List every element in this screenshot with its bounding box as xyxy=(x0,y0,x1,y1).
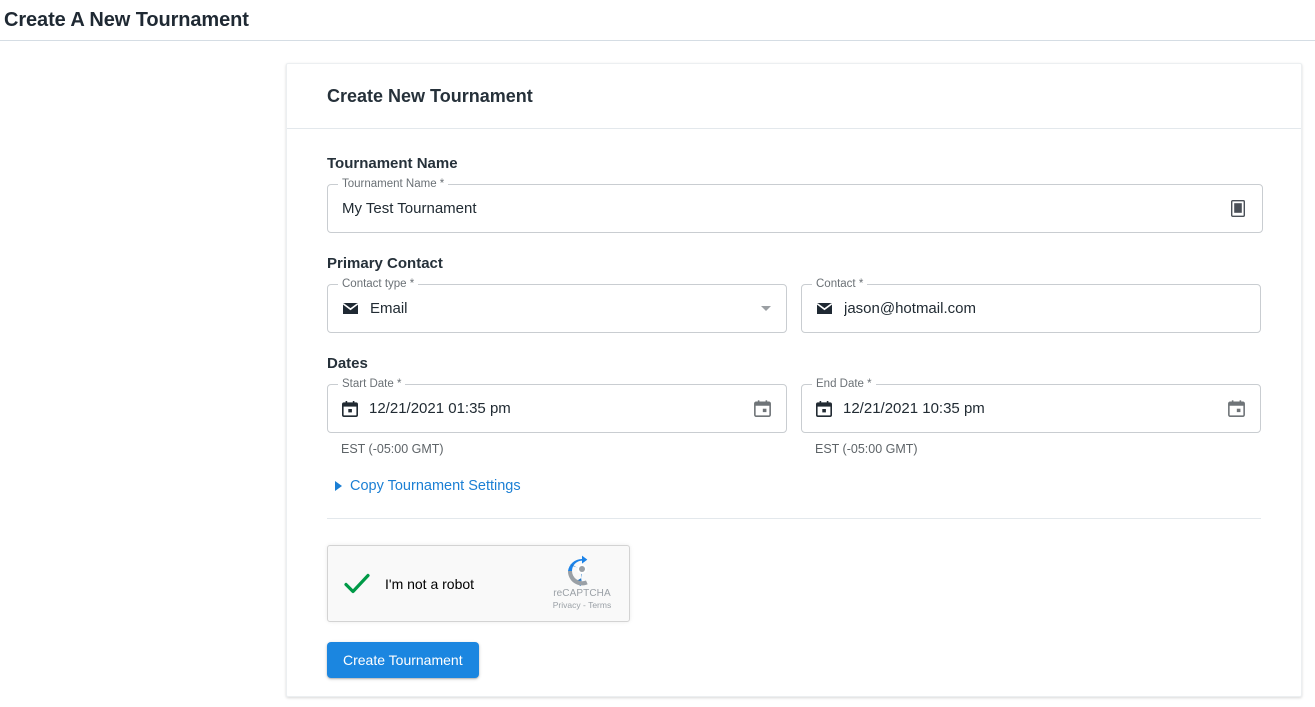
tournament-name-input[interactable]: My Test Tournament xyxy=(342,200,1226,217)
contact-type-col: Contact type * Email xyxy=(327,284,787,333)
section-heading-primary-contact: Primary Contact xyxy=(327,255,1261,272)
recaptcha-branding: reCAPTCHA Privacy - Terms xyxy=(545,555,619,610)
recaptcha-label: I'm not a robot xyxy=(385,576,474,592)
card-body: Tournament Name Tournament Name * My Tes… xyxy=(287,129,1301,519)
start-date-field[interactable]: Start Date * 12/21/2021 01:35 pm xyxy=(327,384,787,433)
end-date-field[interactable]: End Date * 12/21/2021 10:35 pm xyxy=(801,384,1261,433)
create-tournament-button[interactable]: Create Tournament xyxy=(327,642,479,678)
recaptcha-links-separator: - xyxy=(583,600,586,610)
copy-tournament-settings-label: Copy Tournament Settings xyxy=(350,478,521,494)
chevron-down-icon[interactable] xyxy=(761,306,771,311)
recaptcha-legal-links: Privacy - Terms xyxy=(545,600,619,610)
start-date-label: Start Date * xyxy=(338,378,405,391)
section-heading-dates: Dates xyxy=(327,355,1261,372)
contact-field[interactable]: Contact * jason@hotmail.com xyxy=(801,284,1261,333)
card-header: Create New Tournament xyxy=(287,64,1301,129)
green-check-icon xyxy=(343,572,371,596)
dates-row: Start Date * 12/21/2021 01:35 pm xyxy=(327,384,1261,456)
create-tournament-card: Create New Tournament Tournament Name To… xyxy=(286,63,1302,697)
contact-type-select[interactable]: Contact type * Email xyxy=(327,284,787,333)
calendar-picker-icon[interactable] xyxy=(750,397,774,421)
start-date-col: Start Date * 12/21/2021 01:35 pm xyxy=(327,384,787,456)
triangle-right-icon xyxy=(335,481,342,491)
contact-type-label: Contact type * xyxy=(338,278,418,291)
contact-type-value: Email xyxy=(370,300,761,317)
end-date-col: End Date * 12/21/2021 10:35 pm xyxy=(801,384,1261,456)
recaptcha-widget[interactable]: I'm not a robot reCAPTCHA Privacy - Term… xyxy=(327,545,630,622)
contact-label: Contact * xyxy=(812,278,867,291)
recaptcha-privacy-link[interactable]: Privacy xyxy=(553,600,581,610)
end-date-helper: EST (-05:00 GMT) xyxy=(815,442,1261,456)
contact-input[interactable]: jason@hotmail.com xyxy=(844,300,1248,317)
captcha-section: I'm not a robot reCAPTCHA Privacy - Term… xyxy=(287,519,1301,678)
end-date-input[interactable]: 12/21/2021 10:35 pm xyxy=(843,400,1224,417)
contact-col: Contact * jason@hotmail.com xyxy=(801,284,1261,333)
copy-tournament-settings-toggle[interactable]: Copy Tournament Settings xyxy=(335,478,521,494)
email-icon xyxy=(816,302,833,315)
start-date-helper: EST (-05:00 GMT) xyxy=(341,442,787,456)
recaptcha-terms-link[interactable]: Terms xyxy=(588,600,611,610)
email-icon xyxy=(342,302,359,315)
contact-card-icon[interactable] xyxy=(1226,197,1250,221)
primary-contact-row: Contact type * Email Contact * xyxy=(327,284,1261,333)
tournament-name-field[interactable]: Tournament Name * My Test Tournament xyxy=(327,184,1263,233)
tournament-name-label: Tournament Name * xyxy=(338,178,448,191)
recaptcha-brand-name: reCAPTCHA xyxy=(545,588,619,599)
card-header-title: Create New Tournament xyxy=(327,86,533,107)
page-body: Create New Tournament Tournament Name To… xyxy=(0,41,1315,707)
page-title: Create A New Tournament xyxy=(4,9,249,32)
calendar-picker-icon[interactable] xyxy=(1224,397,1248,421)
section-heading-tournament-name: Tournament Name xyxy=(327,155,1261,172)
calendar-icon xyxy=(342,401,358,417)
recaptcha-logo-icon xyxy=(566,555,598,587)
page-header: Create A New Tournament xyxy=(0,0,1315,41)
recaptcha-checkbox[interactable] xyxy=(342,572,372,596)
calendar-icon xyxy=(816,401,832,417)
end-date-label: End Date * xyxy=(812,378,876,391)
start-date-input[interactable]: 12/21/2021 01:35 pm xyxy=(369,400,750,417)
